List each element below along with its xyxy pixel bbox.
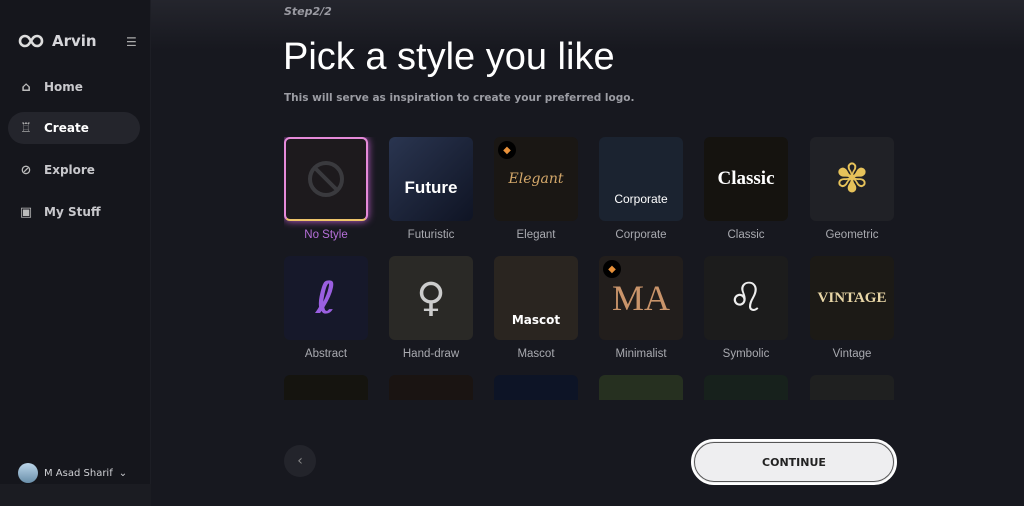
style-option-partial[interactable] (704, 375, 788, 400)
style-label: No Style (304, 229, 348, 241)
style-label: Mascot (517, 348, 555, 360)
gallery-icon: ▣ (19, 204, 33, 220)
style-option-minimalist[interactable]: MA ◆ Minimalist (599, 256, 683, 360)
sidebar-item-home[interactable]: ⌂ Home (8, 71, 140, 103)
brand-logo[interactable]: Arvin (18, 32, 97, 50)
style-label: Abstract (304, 348, 348, 360)
style-thumbnail: MA ◆ (599, 256, 683, 340)
style-option-symbolic[interactable]: ♌ Symbolic (704, 256, 788, 360)
style-thumbnail (494, 375, 578, 400)
style-label: Corporate (615, 229, 667, 241)
page-title: Pick a style you like (283, 36, 615, 78)
style-thumbnail (284, 137, 368, 221)
chevron-down-icon: ⌄ (118, 467, 128, 479)
sidebar-item-label: Home (44, 80, 83, 94)
style-option-abstract[interactable]: ℓ Abstract (284, 256, 368, 360)
continue-button[interactable]: CONTINUE (691, 439, 897, 485)
style-label: Classic (727, 229, 765, 241)
style-option-geometric[interactable]: ✾ Geometric (810, 137, 894, 241)
thumbnail-text: Elegant (508, 171, 564, 187)
collapse-menu-icon[interactable]: ☰ (126, 35, 137, 49)
style-thumbnail: Mascot (494, 256, 578, 340)
thumbnail-text: VINTAGE (817, 289, 887, 306)
sidebar-item-explore[interactable]: ⊘ Explore (8, 154, 140, 186)
style-option-no-style[interactable]: No Style (284, 137, 368, 241)
style-thumbnail (599, 375, 683, 400)
page-subtitle: This will serve as inspiration to create… (284, 92, 635, 104)
style-grid: No Style Future Futuristic Elegant ◆ Elegant C… (284, 137, 904, 400)
style-thumbnail: ♌ (704, 256, 788, 340)
style-thumbnail (284, 375, 368, 400)
brand-name: Arvin (52, 32, 97, 50)
style-thumbnail: ℓ (284, 256, 368, 340)
thumbnail-text: Corporate (614, 192, 668, 206)
style-option-corporate[interactable]: Corporate Corporate (599, 137, 683, 241)
style-option-partial[interactable] (599, 375, 683, 400)
sidebar: Arvin ☰ ⌂ Home ♖ Create ⊘ Explore ▣ My Stuff… (0, 0, 151, 506)
lion-logo-icon: ♌ (728, 275, 764, 321)
style-label: Minimalist (615, 348, 667, 360)
sidebar-item-my-stuff[interactable]: ▣ My Stuff (8, 196, 140, 228)
thumbnail-text: MA (611, 278, 670, 318)
infinity-logo-icon (18, 34, 44, 48)
brush-icon: ♖ (20, 120, 32, 136)
style-option-partial[interactable] (389, 375, 473, 400)
style-option-elegant[interactable]: Elegant ◆ Elegant (494, 137, 578, 241)
chevron-left-icon: ‹ (297, 453, 303, 469)
style-option-partial[interactable] (284, 375, 368, 400)
style-option-classic[interactable]: Classic Classic (704, 137, 788, 241)
style-thumbnail: Corporate (599, 137, 683, 221)
style-label: Symbolic (722, 348, 770, 360)
style-thumbnail: Classic (704, 137, 788, 221)
sidebar-item-create[interactable]: ♖ Create (8, 112, 140, 144)
style-option-mascot[interactable]: Mascot Mascot (494, 256, 578, 360)
style-thumbnail (810, 375, 894, 400)
style-label: Elegant (516, 229, 556, 241)
no-style-icon (308, 161, 344, 197)
hand-drawn-woman-icon: ♀ (416, 275, 446, 321)
sidebar-footer (0, 484, 151, 506)
style-label: Futuristic (407, 229, 455, 241)
thumbnail-text: Mascot (511, 313, 561, 327)
sidebar-item-label: Create (44, 121, 89, 135)
premium-diamond-icon: ◆ (603, 260, 621, 278)
style-option-partial[interactable] (810, 375, 894, 400)
geometric-logo-icon: ✾ (835, 156, 869, 202)
style-thumbnail: Elegant ◆ (494, 137, 578, 221)
style-label: Hand-draw (402, 348, 460, 360)
style-option-vintage[interactable]: VINTAGE Vintage (810, 256, 894, 360)
home-icon: ⌂ (21, 79, 31, 95)
style-thumbnail: Future (389, 137, 473, 221)
user-menu[interactable]: M Asad Sharif ⌄ (18, 463, 127, 483)
step-indicator: Step2/2 (284, 5, 332, 18)
style-option-partial[interactable] (494, 375, 578, 400)
style-option-futuristic[interactable]: Future Futuristic (389, 137, 473, 241)
compass-icon: ⊘ (20, 162, 32, 178)
sidebar-item-label: Explore (44, 163, 95, 177)
premium-diamond-icon: ◆ (498, 141, 516, 159)
user-name: M Asad Sharif (44, 467, 113, 479)
style-thumbnail: VINTAGE (810, 256, 894, 340)
style-thumbnail (704, 375, 788, 400)
style-label: Vintage (832, 348, 872, 360)
sidebar-item-label: My Stuff (44, 205, 101, 219)
avatar (18, 463, 38, 483)
abstract-logo-icon: ℓ (315, 272, 337, 324)
style-thumbnail: ♀ (389, 256, 473, 340)
style-label: Geometric (825, 229, 879, 241)
back-button[interactable]: ‹ (284, 445, 316, 477)
style-option-hand-draw[interactable]: ♀ Hand-draw (389, 256, 473, 360)
style-thumbnail (389, 375, 473, 400)
thumbnail-text: Future (404, 178, 458, 197)
thumbnail-text: Classic (717, 168, 775, 189)
style-thumbnail: ✾ (810, 137, 894, 221)
